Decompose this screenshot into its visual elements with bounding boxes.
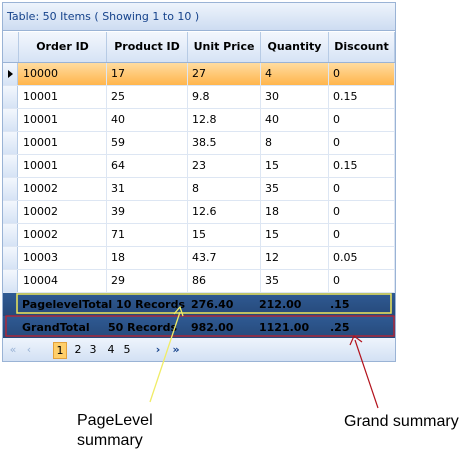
page-level-summary-annotation: PageLevel summary <box>77 412 153 449</box>
annotation-layer <box>5 293 395 409</box>
page-summary-arrow <box>149 311 181 403</box>
page-summary-outline <box>16 293 392 314</box>
grand-summary-arrow <box>354 339 379 409</box>
grand-summary-outline <box>5 315 395 337</box>
grand-summary-annotation: Grand summary <box>344 413 459 430</box>
